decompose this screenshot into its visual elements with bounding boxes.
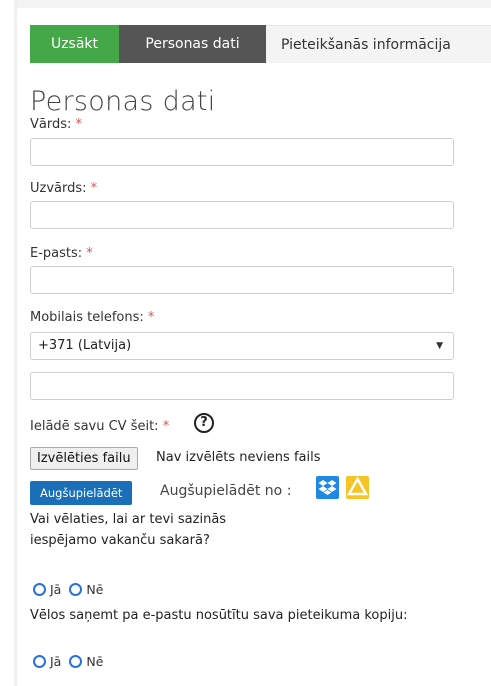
contact-radio-yes[interactable]: Jā [33, 582, 61, 597]
tab-personal-data[interactable]: Personas dati [119, 25, 266, 63]
required-marker: * [90, 181, 98, 196]
first-name-input[interactable] [30, 138, 454, 166]
file-status-text: Nav izvēlēts neviens fails [156, 450, 321, 465]
dropbox-logo [318, 480, 337, 495]
page-title: Personas dati [30, 86, 216, 117]
radio-button[interactable] [69, 655, 83, 668]
copy-radio-yes[interactable]: Jā [33, 654, 61, 669]
contact-radio-no[interactable]: Nē [69, 582, 103, 597]
tab-start[interactable]: Uzsākt [30, 25, 119, 63]
mobile-label: Mobilais telefons: * [30, 310, 154, 325]
first-name-label: Vārds: * [30, 117, 82, 132]
email-label-text: E-pasts: [30, 246, 83, 261]
radio-label-yes: Jā [50, 582, 62, 597]
last-name-input[interactable] [30, 201, 454, 229]
choose-file-button[interactable]: Izvēlēties failu [30, 447, 138, 470]
required-marker: * [162, 419, 170, 434]
contact-radio-group: Jā Nē [33, 582, 111, 597]
mobile-label-text: Mobilais telefons: [30, 310, 144, 325]
mobile-number-input[interactable] [30, 372, 454, 400]
email-input[interactable] [30, 266, 454, 294]
required-marker: * [86, 246, 93, 261]
step-tabs: Uzsākt Personas dati Pieteikšanās inform… [30, 25, 491, 63]
upload-button[interactable]: Augšupielādēt [30, 481, 133, 505]
contact-question-line2: iespējamo vakanču sakarā? [30, 533, 210, 548]
radio-button[interactable] [33, 583, 46, 596]
required-marker: * [147, 310, 155, 325]
help-icon[interactable]: ? [194, 413, 214, 433]
contact-question: Vai vēlaties, lai ar tevi sazinās iespēj… [30, 509, 226, 551]
dropbox-icon[interactable] [316, 476, 339, 499]
page-frame-left [14, 0, 17, 686]
radio-button[interactable] [69, 583, 83, 596]
required-marker: * [75, 117, 83, 132]
country-code-select[interactable]: +371 (Latvija) ▼ [30, 332, 454, 360]
radio-label-no: Nē [86, 654, 104, 669]
dropdown-arrow-icon: ▼ [436, 341, 443, 351]
copy-question: Vēlos saņemt pa e-pastu nosūtītu sava pi… [30, 608, 408, 623]
upload-from-label: Augšupielādēt no : [160, 483, 292, 499]
first-name-label-text: Vārds: [30, 117, 72, 132]
google-drive-logo [346, 476, 369, 496]
email-label: E-pasts: * [30, 246, 93, 261]
tab-application-info[interactable]: Pieteikšanās informācija [266, 25, 491, 63]
radio-label-no: Nē [86, 582, 104, 597]
copy-radio-no[interactable]: Nē [69, 654, 103, 669]
google-drive-icon[interactable] [346, 476, 369, 499]
cv-upload-label: Ielādē savu CV šeit: * [30, 419, 169, 434]
radio-label-yes: Jā [50, 654, 62, 669]
page-frame-top [14, 0, 491, 8]
copy-radio-group: Jā Nē [33, 654, 111, 669]
radio-button[interactable] [33, 655, 46, 668]
last-name-label: Uzvārds: * [30, 181, 97, 196]
last-name-label-text: Uzvārds: [30, 181, 87, 196]
country-code-value: +371 (Latvija) [38, 338, 132, 353]
contact-question-line1: Vai vēlaties, lai ar tevi sazinās [30, 512, 227, 527]
cv-upload-label-text: Ielādē savu CV šeit: [30, 419, 159, 434]
